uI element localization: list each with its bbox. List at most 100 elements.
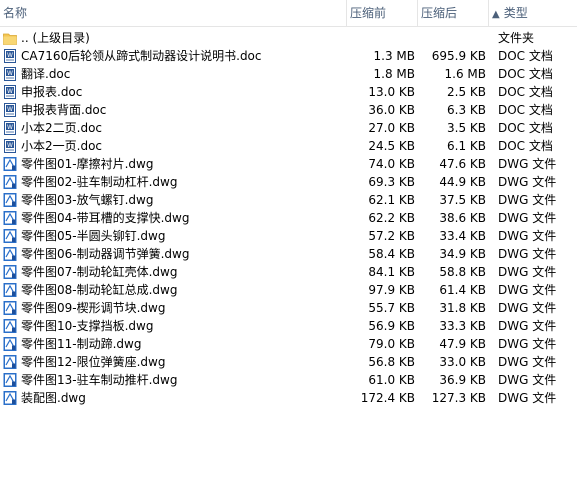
column-header: 名称 压缩前 压缩后 ▲ 类型 [0, 0, 577, 27]
compressed-size: 61.4 KB [439, 283, 486, 297]
column-compressed-size-header[interactable]: 压缩后 [421, 0, 457, 26]
svg-text:W: W [7, 142, 13, 149]
compressed-size: 37.5 KB [439, 193, 486, 207]
compressed-size: 44.9 KB [439, 175, 486, 189]
file-name: 零件图04-带耳槽的支撑快.dwg [21, 211, 190, 225]
dwg-file-icon [3, 354, 17, 370]
file-name: 零件图11-制动蹄.dwg [21, 337, 142, 351]
original-size: 56.9 KB [368, 319, 415, 333]
file-type: DOC 文档 [498, 49, 553, 63]
compressed-size: 36.9 KB [439, 373, 486, 387]
file-row[interactable]: W 申报表背面.doc 36.0 KB 6.3 KB DOC 文档 [0, 101, 577, 119]
file-type: DOC 文档 [498, 67, 553, 81]
dwg-file-icon [3, 192, 17, 208]
file-row[interactable]: 零件图03-放气螺钉.dwg 62.1 KB 37.5 KB DWG 文件 [0, 191, 577, 209]
file-row[interactable]: 零件图05-半圆头铆钉.dwg 57.2 KB 33.4 KB DWG 文件 [0, 227, 577, 245]
column-name-header[interactable]: 名称 [3, 0, 27, 26]
doc-file-icon: W [3, 138, 17, 154]
file-list-window: 名称 压缩前 压缩后 ▲ 类型 .. (上级目录) 文件夹 W CA7160后轮领从蹄式… [0, 0, 577, 483]
file-type: DWG 文件 [498, 391, 557, 405]
file-row[interactable]: 零件图10-支撑挡板.dwg 56.9 KB 33.3 KB DWG 文件 [0, 317, 577, 335]
compressed-size: 34.9 KB [439, 247, 486, 261]
compressed-size: 695.9 KB [431, 49, 486, 63]
file-type: DWG 文件 [498, 265, 557, 279]
folder-icon [3, 30, 17, 46]
file-name: CA7160后轮领从蹄式制动器设计说明书.doc [21, 49, 262, 63]
file-type: DWG 文件 [498, 337, 557, 351]
file-row[interactable]: 零件图02-驻车制动杠杆.dwg 69.3 KB 44.9 KB DWG 文件 [0, 173, 577, 191]
dwg-file-icon [3, 390, 17, 406]
file-row[interactable]: W 小本2一页.doc 24.5 KB 6.1 KB DOC 文档 [0, 137, 577, 155]
file-row[interactable]: 零件图04-带耳槽的支撑快.dwg 62.2 KB 38.6 KB DWG 文件 [0, 209, 577, 227]
file-type: DWG 文件 [498, 157, 557, 171]
file-row[interactable]: 零件图06-制动器调节弹簧.dwg 58.4 KB 34.9 KB DWG 文件 [0, 245, 577, 263]
doc-file-icon: W [3, 66, 17, 82]
original-size: 97.9 KB [368, 283, 415, 297]
file-row[interactable]: 零件图12-限位弹簧座.dwg 56.8 KB 33.0 KB DWG 文件 [0, 353, 577, 371]
file-row[interactable]: W 申报表.doc 13.0 KB 2.5 KB DOC 文档 [0, 83, 577, 101]
dwg-file-icon [3, 228, 17, 244]
original-size: 24.5 KB [368, 139, 415, 153]
column-original-size-header[interactable]: 压缩前 [350, 0, 386, 26]
file-type: DWG 文件 [498, 355, 557, 369]
file-type: 文件夹 [498, 31, 535, 45]
compressed-size: 6.1 KB [447, 139, 486, 153]
file-type: DWG 文件 [498, 175, 557, 189]
file-name: 小本2二页.doc [21, 121, 103, 135]
file-type: DOC 文档 [498, 103, 553, 117]
file-row[interactable]: W 翻译.doc 1.8 MB 1.6 MB DOC 文档 [0, 65, 577, 83]
file-type: DOC 文档 [498, 85, 553, 99]
column-divider[interactable] [488, 0, 489, 26]
file-row[interactable]: 装配图.dwg 172.4 KB 127.3 KB DWG 文件 [0, 389, 577, 407]
original-size: 1.3 MB [373, 49, 415, 63]
column-divider[interactable] [346, 0, 347, 26]
file-row[interactable]: 零件图09-楔形调节块.dwg 55.7 KB 31.8 KB DWG 文件 [0, 299, 577, 317]
file-name: 装配图.dwg [21, 391, 86, 405]
compressed-size: 33.3 KB [439, 319, 486, 333]
parent-directory-row[interactable]: .. (上级目录) 文件夹 [0, 29, 577, 47]
column-divider[interactable] [417, 0, 418, 26]
file-type: DOC 文档 [498, 139, 553, 153]
original-size: 172.4 KB [360, 391, 415, 405]
dwg-file-icon [3, 336, 17, 352]
original-size: 57.2 KB [368, 229, 415, 243]
file-row[interactable]: W 小本2二页.doc 27.0 KB 3.5 KB DOC 文档 [0, 119, 577, 137]
original-size: 13.0 KB [368, 85, 415, 99]
dwg-file-icon [3, 318, 17, 334]
svg-text:W: W [7, 52, 13, 59]
original-size: 62.1 KB [368, 193, 415, 207]
file-list: .. (上级目录) 文件夹 W CA7160后轮领从蹄式制动器设计说明书.doc 1.3… [0, 29, 577, 407]
dwg-file-icon [3, 174, 17, 190]
original-size: 55.7 KB [368, 301, 415, 315]
compressed-size: 33.4 KB [439, 229, 486, 243]
doc-file-icon: W [3, 102, 17, 118]
file-type: DWG 文件 [498, 229, 557, 243]
compressed-size: 2.5 KB [447, 85, 486, 99]
column-type-header[interactable]: ▲ 类型 [492, 0, 528, 26]
compressed-size: 1.6 MB [444, 67, 486, 81]
dwg-file-icon [3, 264, 17, 280]
file-name: 零件图09-楔形调节块.dwg [21, 301, 166, 315]
original-size: 27.0 KB [368, 121, 415, 135]
file-name: 零件图02-驻车制动杠杆.dwg [21, 175, 178, 189]
file-name: .. (上级目录) [21, 31, 90, 45]
file-row[interactable]: 零件图11-制动蹄.dwg 79.0 KB 47.9 KB DWG 文件 [0, 335, 577, 353]
doc-file-icon: W [3, 84, 17, 100]
file-row[interactable]: 零件图13-驻车制动推杆.dwg 61.0 KB 36.9 KB DWG 文件 [0, 371, 577, 389]
svg-text:W: W [7, 88, 13, 95]
file-type: DWG 文件 [498, 193, 557, 207]
file-name: 零件图03-放气螺钉.dwg [21, 193, 154, 207]
file-row[interactable]: 零件图07-制动轮缸壳体.dwg 84.1 KB 58.8 KB DWG 文件 [0, 263, 577, 281]
file-type: DWG 文件 [498, 319, 557, 333]
file-row[interactable]: 零件图01-摩擦衬片.dwg 74.0 KB 47.6 KB DWG 文件 [0, 155, 577, 173]
svg-text:W: W [7, 124, 13, 131]
file-type: DOC 文档 [498, 121, 553, 135]
file-name: 零件图13-驻车制动推杆.dwg [21, 373, 178, 387]
file-row[interactable]: 零件图08-制动轮缸总成.dwg 97.9 KB 61.4 KB DWG 文件 [0, 281, 577, 299]
file-type: DWG 文件 [498, 211, 557, 225]
dwg-file-icon [3, 210, 17, 226]
file-row[interactable]: W CA7160后轮领从蹄式制动器设计说明书.doc 1.3 MB 695.9 KB D… [0, 47, 577, 65]
dwg-file-icon [3, 300, 17, 316]
file-name: 零件图01-摩擦衬片.dwg [21, 157, 154, 171]
file-name: 零件图08-制动轮缸总成.dwg [21, 283, 178, 297]
